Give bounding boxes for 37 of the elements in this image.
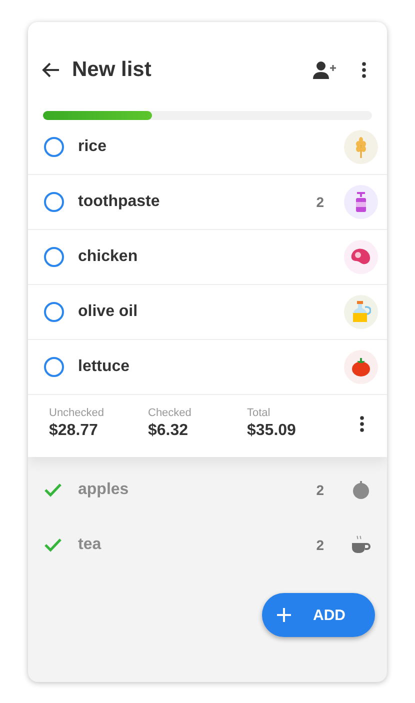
tomato-icon (351, 357, 371, 377)
item-name: rice (78, 138, 108, 156)
checkbox[interactable] (44, 357, 64, 377)
pump-bottle-icon (354, 191, 368, 213)
checkbox[interactable] (44, 137, 64, 157)
checkbox[interactable] (44, 302, 64, 322)
quantity: 2 (316, 194, 324, 210)
add-button[interactable]: ADD (262, 593, 375, 637)
item-name: tea (78, 536, 102, 554)
check-icon[interactable] (44, 538, 62, 552)
item-name: chicken (78, 248, 139, 266)
back-arrow-icon[interactable] (42, 62, 60, 78)
quantity: 2 (316, 536, 324, 552)
wheat-icon (354, 136, 368, 158)
more-icon[interactable] (359, 414, 365, 432)
summary-amount: $28.77 (49, 422, 99, 440)
plus-icon (276, 607, 292, 623)
summary-label: Checked (148, 407, 192, 419)
list-title: New list (72, 58, 152, 82)
item-name: olive oil (78, 303, 139, 321)
cup-icon (351, 534, 371, 554)
summary-label: Unchecked (49, 407, 106, 419)
item-name: apples (78, 480, 130, 498)
check-icon[interactable] (44, 482, 62, 496)
quantity: 2 (316, 482, 324, 498)
summary-amount: $6.32 (148, 422, 190, 440)
more-icon[interactable] (361, 61, 367, 79)
add-person-icon[interactable] (313, 61, 337, 79)
steak-icon (350, 248, 372, 266)
item-name: lettuce (78, 358, 131, 376)
summary-label: Total (247, 407, 272, 419)
item-name: toothpaste (78, 193, 161, 211)
apple-icon (352, 480, 370, 498)
oil-bottle-icon (351, 301, 371, 323)
summary-amount: $35.09 (247, 422, 297, 440)
checkbox[interactable] (44, 247, 64, 267)
checkbox[interactable] (44, 192, 64, 212)
